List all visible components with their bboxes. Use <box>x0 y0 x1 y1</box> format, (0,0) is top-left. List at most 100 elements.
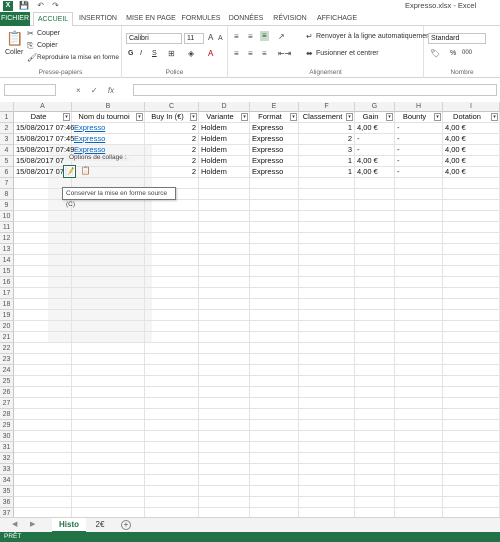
cell[interactable] <box>145 497 199 508</box>
enter-icon[interactable]: ✓ <box>91 86 98 95</box>
cell[interactable] <box>72 453 145 464</box>
cell[interactable] <box>250 508 299 517</box>
cell[interactable] <box>250 354 299 365</box>
row-header[interactable]: 29 <box>0 420 14 431</box>
cell[interactable] <box>72 321 145 332</box>
table-cell[interactable]: - <box>355 145 395 156</box>
cell[interactable] <box>199 442 250 453</box>
cell[interactable] <box>299 266 355 277</box>
filter-dropdown-icon[interactable]: ▾ <box>434 113 441 121</box>
cell[interactable] <box>72 365 145 376</box>
column-header[interactable]: I <box>443 102 500 112</box>
sheet-tab-histo[interactable]: Histo <box>52 518 86 533</box>
cell[interactable] <box>72 233 145 244</box>
cell[interactable] <box>14 387 72 398</box>
column-header[interactable]: F <box>299 102 355 112</box>
table-cell[interactable]: 1 <box>299 156 355 167</box>
cell[interactable] <box>250 211 299 222</box>
cell[interactable] <box>145 255 199 266</box>
cell[interactable] <box>72 475 145 486</box>
cell[interactable] <box>72 376 145 387</box>
table-cell[interactable]: 15/08/2017 07:49 <box>14 145 74 156</box>
cell[interactable] <box>14 398 72 409</box>
table-cell[interactable]: Holdem <box>199 145 250 156</box>
table-cell[interactable]: 2 <box>145 123 199 134</box>
cell[interactable] <box>72 420 145 431</box>
name-box[interactable] <box>4 84 56 96</box>
cell[interactable] <box>355 376 395 387</box>
row-header[interactable]: 21 <box>0 332 14 343</box>
cell[interactable] <box>14 277 72 288</box>
redo-icon[interactable]: ↷ <box>52 1 59 10</box>
cell[interactable] <box>355 321 395 332</box>
cell[interactable] <box>145 343 199 354</box>
cell[interactable] <box>443 497 500 508</box>
tab-donnees[interactable]: DONNÉES <box>226 12 266 26</box>
cell[interactable] <box>355 453 395 464</box>
cell[interactable] <box>299 189 355 200</box>
table-cell[interactable]: 4,00 € <box>443 134 500 145</box>
cell[interactable] <box>14 420 72 431</box>
table-cell[interactable]: 4,00 € <box>355 156 395 167</box>
cell[interactable] <box>250 288 299 299</box>
cell[interactable] <box>72 200 145 211</box>
cell[interactable] <box>199 354 250 365</box>
cell[interactable] <box>72 409 145 420</box>
cell[interactable] <box>395 321 443 332</box>
copy-button[interactable]: Copier <box>37 42 58 49</box>
cell[interactable] <box>443 200 500 211</box>
row-header[interactable]: 3 <box>0 134 14 145</box>
underline-button[interactable]: S <box>152 50 157 57</box>
cell[interactable] <box>355 222 395 233</box>
row-header[interactable]: 4 <box>0 145 14 156</box>
cell[interactable] <box>443 475 500 486</box>
cell[interactable] <box>395 497 443 508</box>
cell[interactable] <box>145 453 199 464</box>
cell[interactable] <box>299 233 355 244</box>
cell[interactable] <box>443 244 500 255</box>
cell[interactable] <box>299 398 355 409</box>
cell[interactable] <box>299 365 355 376</box>
font-name-select[interactable]: Calibri <box>126 33 182 44</box>
table-cell[interactable]: 2 <box>299 134 355 145</box>
cell[interactable] <box>355 310 395 321</box>
cell[interactable] <box>14 453 72 464</box>
cell[interactable] <box>299 211 355 222</box>
percent-button[interactable]: % <box>450 50 456 57</box>
row-header[interactable]: 17 <box>0 288 14 299</box>
cell[interactable] <box>199 464 250 475</box>
table-cell[interactable]: 2 <box>145 145 199 156</box>
cell[interactable] <box>199 266 250 277</box>
cell[interactable] <box>443 442 500 453</box>
cell[interactable] <box>14 299 72 310</box>
cell[interactable] <box>14 332 72 343</box>
cell[interactable] <box>395 211 443 222</box>
header-cell[interactable]: Format ▾ <box>250 112 299 123</box>
undo-icon[interactable]: ↶ <box>37 1 44 10</box>
cell[interactable] <box>395 431 443 442</box>
cell[interactable] <box>355 431 395 442</box>
cell[interactable] <box>72 310 145 321</box>
cell[interactable] <box>250 409 299 420</box>
align-top-icon[interactable]: ≡ <box>234 32 239 42</box>
cell[interactable] <box>72 343 145 354</box>
cell[interactable] <box>145 365 199 376</box>
row-header[interactable]: 26 <box>0 387 14 398</box>
row-header[interactable]: 33 <box>0 464 14 475</box>
cell[interactable] <box>199 409 250 420</box>
cell[interactable] <box>199 310 250 321</box>
cell[interactable] <box>145 288 199 299</box>
cell[interactable] <box>250 398 299 409</box>
table-cell[interactable]: 2 <box>145 156 199 167</box>
cell[interactable] <box>443 233 500 244</box>
table-cell[interactable]: - <box>355 134 395 145</box>
cell[interactable] <box>299 299 355 310</box>
cell[interactable] <box>14 376 72 387</box>
cell[interactable] <box>299 475 355 486</box>
cell[interactable] <box>145 299 199 310</box>
cell[interactable] <box>443 266 500 277</box>
table-cell[interactable]: Expresso <box>72 134 145 145</box>
row-header[interactable]: 16 <box>0 277 14 288</box>
cell[interactable] <box>14 310 72 321</box>
row-header[interactable]: 22 <box>0 343 14 354</box>
